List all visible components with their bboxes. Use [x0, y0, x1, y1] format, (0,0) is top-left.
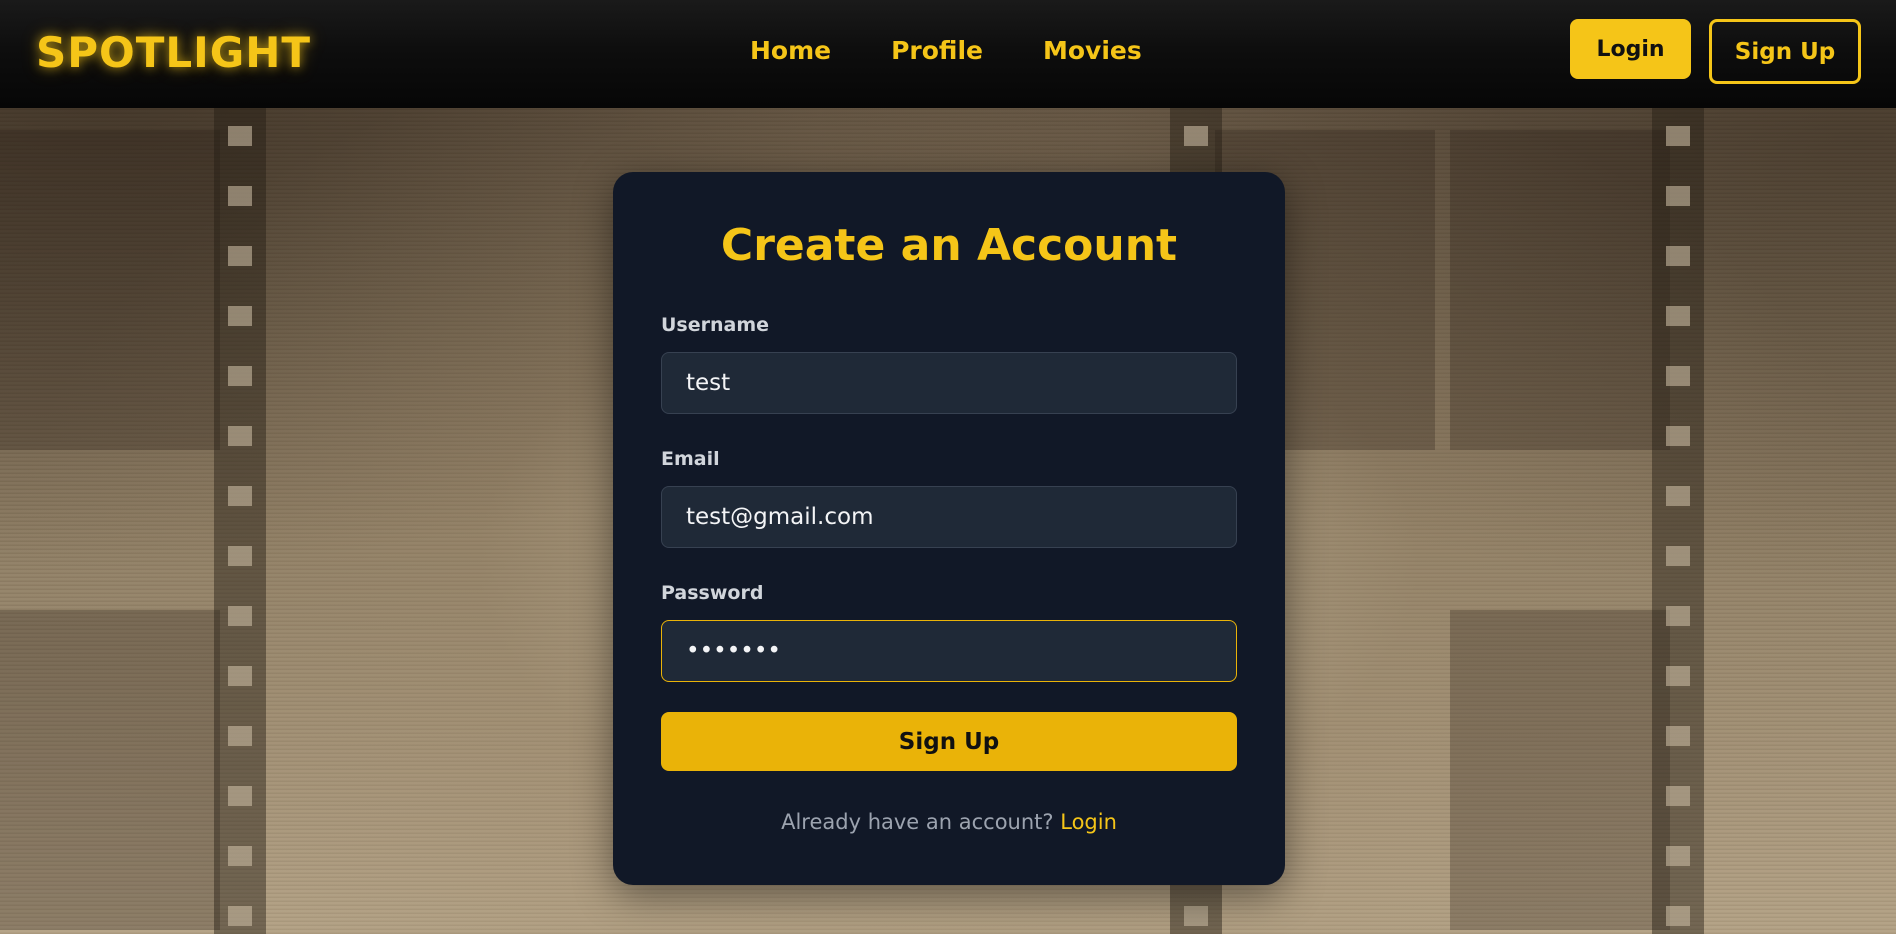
film-frame	[1450, 610, 1670, 930]
header-signup-button[interactable]: Sign Up	[1709, 19, 1861, 84]
login-prompt-text: Already have an account?	[781, 810, 1054, 834]
password-label: Password	[661, 582, 764, 604]
film-frame	[1450, 130, 1670, 450]
film-frame	[0, 610, 220, 930]
film-frame	[0, 130, 220, 450]
logo[interactable]: SPOTLIGHT	[36, 28, 311, 77]
main-nav: Home Profile Movies	[750, 36, 1202, 65]
password-field[interactable]	[661, 620, 1237, 682]
username-field[interactable]	[661, 352, 1237, 414]
nav-link-profile[interactable]: Profile	[891, 36, 983, 65]
top-navbar: SPOTLIGHT Home Profile Movies Login Sign…	[0, 0, 1896, 108]
nav-link-home[interactable]: Home	[750, 36, 831, 65]
signup-submit-button[interactable]: Sign Up	[661, 712, 1237, 771]
login-link[interactable]: Login	[1060, 810, 1117, 834]
film-strip	[214, 108, 266, 934]
form-title: Create an Account	[720, 220, 1178, 271]
nav-link-movies[interactable]: Movies	[1043, 36, 1142, 65]
film-strip-holes	[1666, 108, 1690, 934]
email-field[interactable]	[661, 486, 1237, 548]
username-label: Username	[661, 314, 770, 336]
film-strip	[1652, 108, 1704, 934]
signup-card: Create an Account Username Email Passwor…	[613, 172, 1285, 885]
email-label: Email	[661, 448, 720, 470]
header-login-button[interactable]: Login	[1570, 19, 1691, 79]
film-strip-holes	[228, 108, 252, 934]
login-prompt: Already have an account? Login	[613, 810, 1285, 834]
